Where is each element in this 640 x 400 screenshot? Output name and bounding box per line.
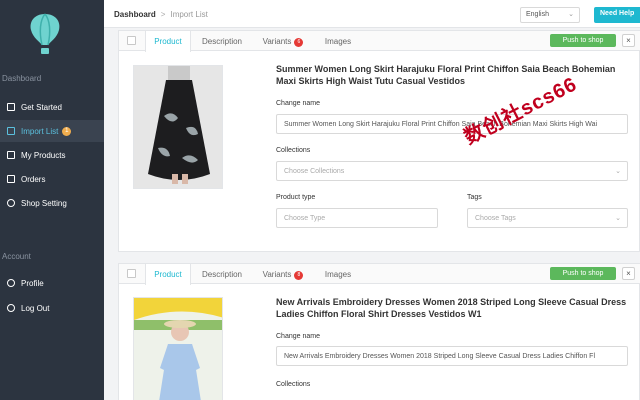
collections-placeholder: Choose Collections	[284, 168, 345, 175]
sidebar-section-dashboard: Dashboard	[2, 74, 42, 83]
sidebar-item-label: Log Out	[21, 303, 50, 313]
variants-count-badge: 8	[294, 271, 304, 280]
product-title: New Arrivals Embroidery Dresses Women 20…	[276, 297, 627, 319]
change-name-input[interactable]: New Arrivals Embroidery Dresses Women 20…	[276, 346, 628, 366]
sidebar: Dashboard Get Started Import List 1 My P…	[0, 0, 104, 400]
tab-description[interactable]: Description	[193, 264, 251, 284]
product-tabs: Product Description Variants 8 Images Pus…	[119, 264, 640, 285]
sidebar-item-label: My Products	[21, 150, 66, 160]
skirt-photo-icon	[134, 66, 222, 188]
tags-placeholder: Choose Tags	[475, 215, 516, 222]
product-type-label: Product type	[276, 194, 316, 201]
sidebar-item-get-started[interactable]: Get Started	[0, 96, 104, 118]
close-icon[interactable]: ×	[622, 34, 635, 47]
tags-label: Tags	[467, 194, 482, 201]
product-tabs: Product Description Variants 6 Images Pus…	[119, 31, 640, 52]
sidebar-item-log-out[interactable]: Log Out	[0, 297, 104, 319]
language-value: English	[526, 11, 549, 18]
push-to-shop-button[interactable]: Push to shop	[550, 267, 616, 280]
gear-icon	[7, 199, 15, 207]
change-name-input[interactable]: Summer Women Long Skirt Harajuku Floral …	[276, 114, 628, 134]
select-checkbox[interactable]	[127, 36, 136, 45]
user-icon	[7, 279, 15, 287]
product-image	[133, 65, 223, 189]
tab-images[interactable]: Images	[315, 264, 361, 284]
breadcrumb-current: Import List	[170, 10, 208, 19]
tab-variants[interactable]: Variants 8	[255, 264, 311, 284]
collections-select[interactable]: Choose Collections ⌄	[276, 161, 628, 181]
balloon-logo-icon	[30, 13, 60, 54]
need-help-button[interactable]: Need Help	[594, 7, 640, 23]
list-icon	[7, 127, 15, 135]
product-card: Product Description Variants 8 Images Pus…	[118, 263, 640, 400]
sidebar-item-label: Shop Setting	[21, 198, 67, 208]
language-select[interactable]: English ⌄	[520, 7, 580, 23]
product-title: Summer Women Long Skirt Harajuku Floral …	[276, 64, 616, 86]
sidebar-item-label: Profile	[21, 278, 44, 288]
tab-description[interactable]: Description	[193, 31, 251, 51]
sidebar-item-profile[interactable]: Profile	[0, 272, 104, 294]
sidebar-item-label: Import List	[21, 126, 59, 136]
tab-variants-label: Variants	[262, 270, 292, 279]
dress-photo-icon	[134, 298, 222, 400]
tab-product[interactable]: Product	[145, 31, 191, 52]
chevron-down-icon: ⌄	[568, 11, 574, 18]
change-name-label: Change name	[276, 100, 320, 107]
cart-icon	[7, 175, 15, 183]
breadcrumb-dashboard[interactable]: Dashboard	[114, 10, 156, 19]
external-link-icon	[7, 103, 15, 111]
change-name-label: Change name	[276, 333, 320, 340]
chevron-down-icon: ⌄	[615, 215, 621, 222]
chevron-down-icon: ⌄	[615, 168, 621, 175]
product-type-input[interactable]: Choose Type	[276, 208, 438, 228]
import-count-badge: 1	[62, 126, 72, 136]
sidebar-item-import-list[interactable]: Import List 1	[0, 120, 104, 142]
power-icon	[7, 304, 15, 312]
tab-product[interactable]: Product	[145, 264, 191, 285]
box-icon	[7, 151, 15, 159]
collections-label: Collections	[276, 147, 311, 154]
close-icon[interactable]: ×	[622, 267, 635, 280]
product-card: Product Description Variants 6 Images Pus…	[118, 30, 640, 252]
breadcrumb: Dashboard > Import List	[114, 10, 208, 19]
collections-label: Collections	[276, 381, 311, 388]
tags-select[interactable]: Choose Tags ⌄	[467, 208, 628, 228]
sidebar-item-label: Get Started	[21, 102, 62, 112]
select-checkbox[interactable]	[127, 269, 136, 278]
sidebar-item-label: Orders	[21, 174, 46, 184]
sidebar-item-orders[interactable]: Orders	[0, 168, 104, 190]
sidebar-section-account: Account	[2, 252, 31, 261]
variants-count-badge: 6	[294, 38, 304, 47]
product-image	[133, 297, 223, 400]
breadcrumb-separator: >	[160, 10, 166, 19]
topbar: Dashboard > Import List English ⌄ Need Hel…	[104, 0, 640, 28]
push-to-shop-button[interactable]: Push to shop	[550, 34, 616, 47]
sidebar-item-shop-setting[interactable]: Shop Setting	[0, 192, 104, 214]
sidebar-item-my-products[interactable]: My Products	[0, 144, 104, 166]
tab-variants[interactable]: Variants 6	[255, 31, 311, 51]
tab-images[interactable]: Images	[315, 31, 361, 51]
tab-variants-label: Variants	[262, 37, 292, 46]
